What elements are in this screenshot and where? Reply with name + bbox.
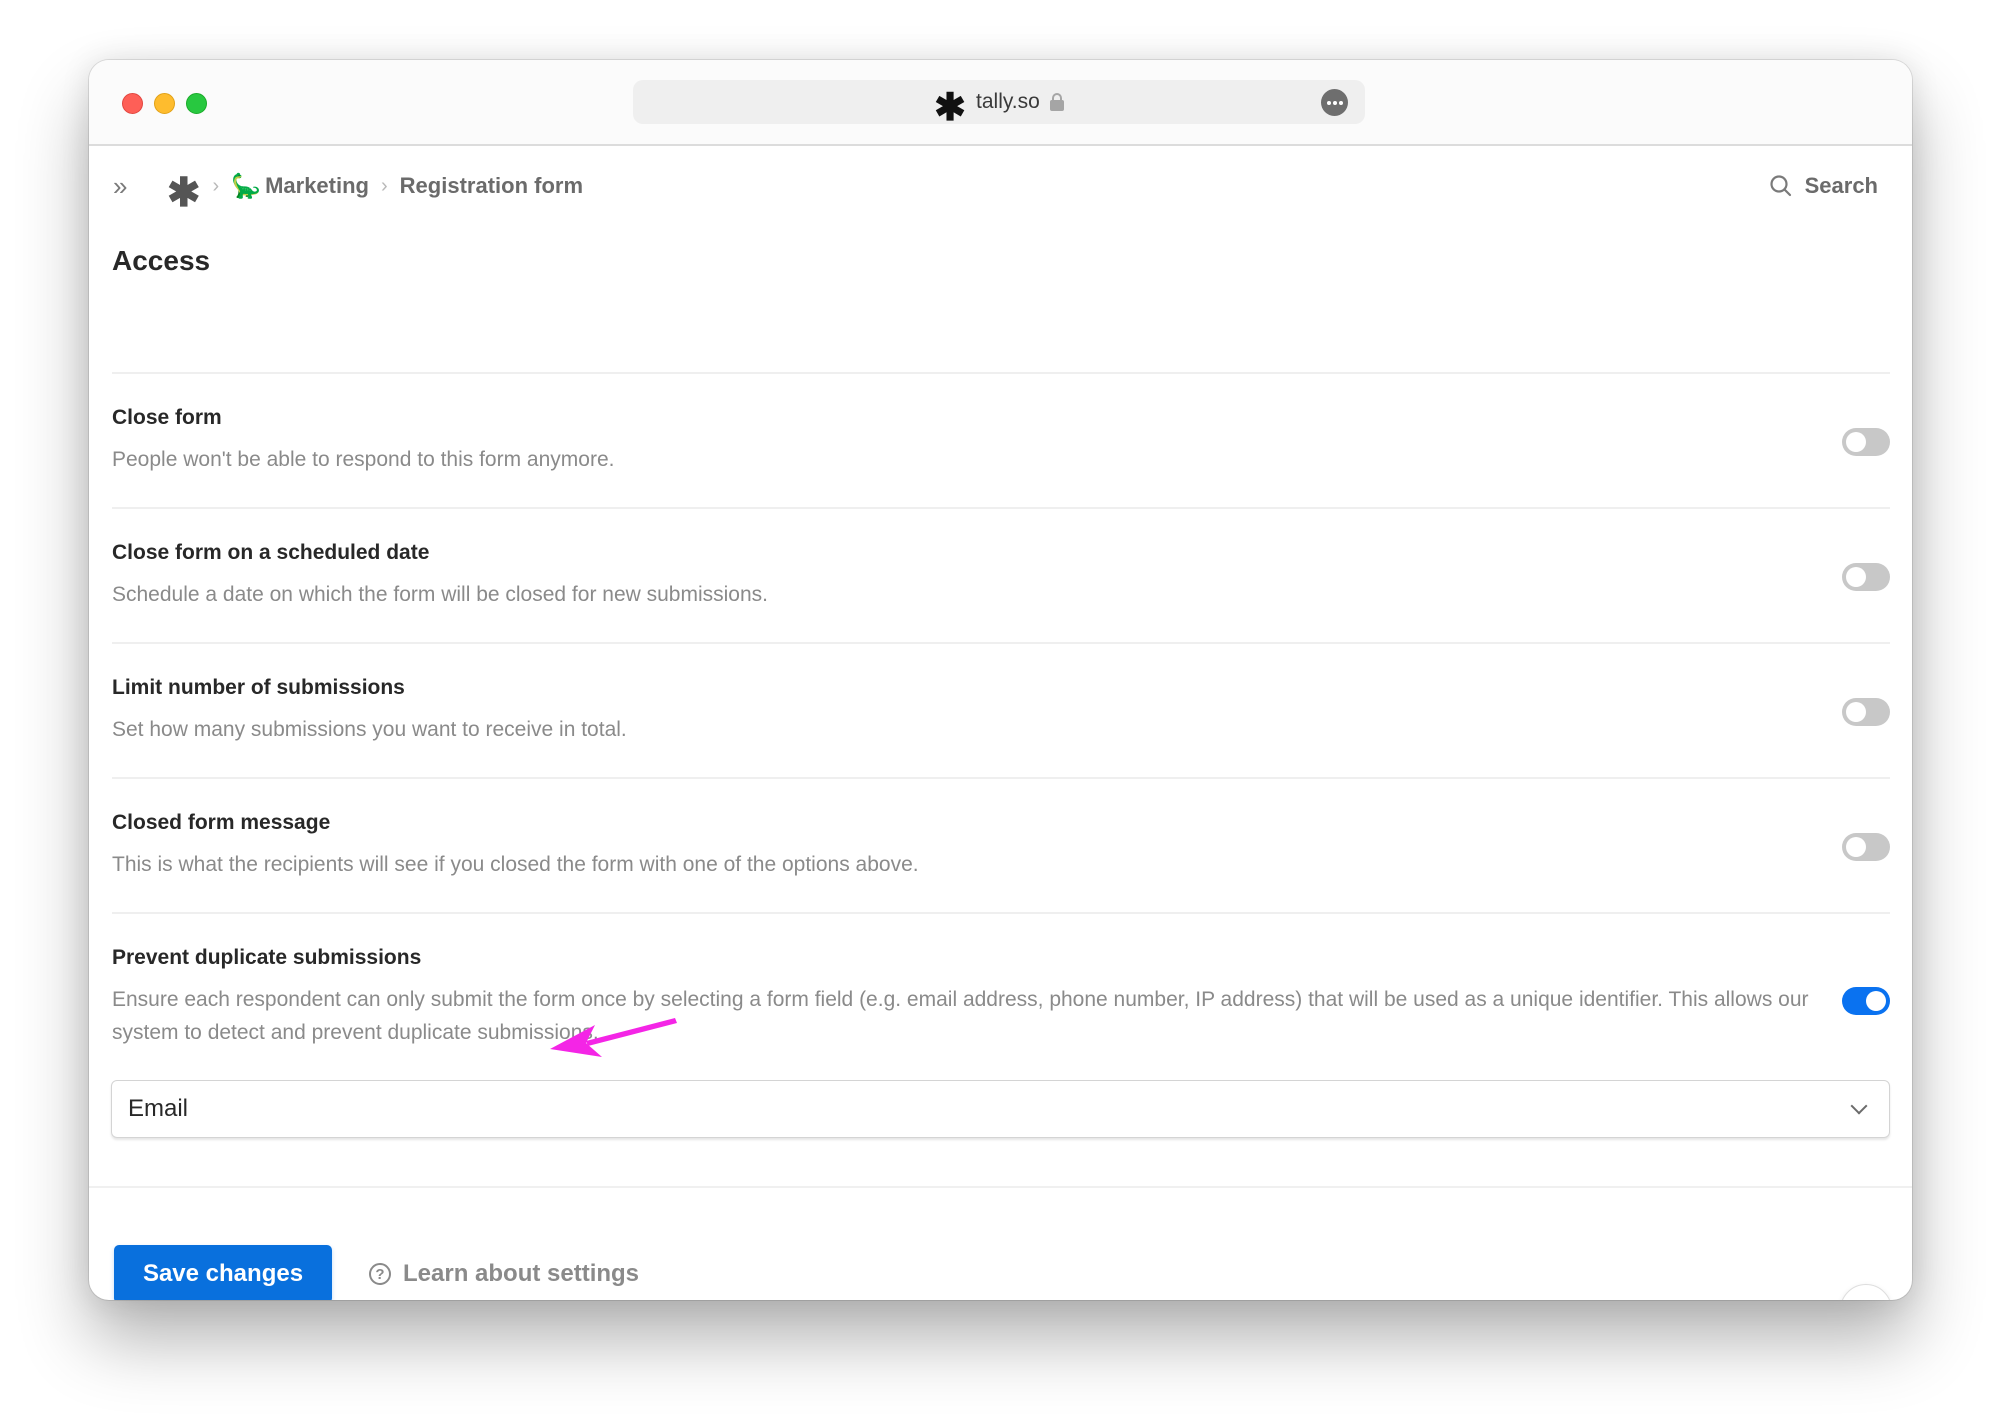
breadcrumb-item-marketing[interactable]: Marketing	[265, 173, 369, 199]
footer-divider	[89, 1186, 1912, 1188]
breadcrumb-item-registration-form[interactable]: Registration form	[400, 173, 583, 199]
divider	[112, 372, 1890, 374]
divider	[112, 912, 1890, 914]
setting-description: Ensure each respondent can only submit t…	[112, 988, 1809, 1044]
setting-title: Close form	[112, 406, 222, 429]
prevent-duplicates-toggle[interactable]	[1842, 987, 1890, 1015]
search-icon	[1770, 175, 1791, 197]
setting-description: Schedule a date on which the form will b…	[112, 583, 769, 606]
more-options-button[interactable]	[1321, 89, 1348, 116]
close-form-toggle[interactable]	[1842, 428, 1890, 456]
chevron-down-icon	[1850, 1097, 1868, 1115]
expand-sidebar-icon[interactable]: »	[113, 171, 143, 202]
workspace-home-logo[interactable]: ✱	[167, 173, 201, 213]
title-bar: ✱ tally.so	[89, 60, 1912, 146]
browser-window: ✱ tally.so » ✱ › 🦕 Marketing › Registrat…	[89, 60, 1912, 1300]
address-bar[interactable]: ✱ tally.so	[633, 80, 1365, 129]
setting-title: Prevent duplicate submissions	[112, 946, 422, 969]
minimize-window-button[interactable]	[154, 93, 175, 114]
closed-form-message-toggle[interactable]	[1842, 833, 1890, 861]
setting-closed-form-message: Closed form message This is what the rec…	[112, 811, 1890, 881]
divider	[112, 777, 1890, 779]
setting-title: Close form on a scheduled date	[112, 541, 430, 564]
chevron-right-icon: ›	[381, 174, 388, 197]
divider	[112, 507, 1890, 509]
search-button[interactable]: Search	[1769, 166, 1878, 206]
help-button[interactable]: ?	[1840, 1284, 1892, 1300]
setting-close-form-scheduled: Close form on a scheduled date Schedule …	[112, 541, 1890, 611]
page-content: » ✱ › 🦕 Marketing › Registration form Se…	[89, 146, 1912, 1300]
url-text: tally.so	[976, 90, 1040, 113]
annotation-arrow-icon	[550, 1018, 677, 1057]
maximize-window-button[interactable]	[186, 93, 207, 114]
search-label: Search	[1804, 173, 1878, 198]
tally-logo-icon: ✱	[934, 87, 967, 129]
help-circle-icon: ?	[369, 1263, 391, 1285]
setting-close-form: Close form People won't be able to respo…	[112, 406, 1890, 476]
duplicate-field-select[interactable]: Email	[111, 1080, 1890, 1138]
page-title: Access	[112, 245, 211, 276]
select-value: Email	[128, 1095, 189, 1122]
limit-submissions-toggle[interactable]	[1842, 698, 1890, 726]
setting-title: Closed form message	[112, 811, 331, 834]
save-changes-button[interactable]: Save changes	[114, 1245, 332, 1300]
close-window-button[interactable]	[122, 93, 143, 114]
lock-icon	[1049, 93, 1064, 111]
learn-label: Learn about settings	[403, 1260, 640, 1287]
setting-description: This is what the recipients will see if …	[112, 853, 919, 876]
setting-limit-submissions: Limit number of submissions Set how many…	[112, 676, 1890, 746]
setting-title: Limit number of submissions	[112, 676, 405, 699]
close-form-scheduled-toggle[interactable]	[1842, 563, 1890, 591]
dinosaur-icon: 🦕	[231, 172, 262, 200]
chevron-right-icon: ›	[212, 174, 220, 197]
divider	[112, 642, 1890, 644]
learn-about-settings-link[interactable]: ? Learn about settings	[369, 1251, 639, 1297]
setting-description: Set how many submissions you want to rec…	[112, 718, 627, 741]
breadcrumb: » ✱ › 🦕 Marketing › Registration form	[113, 166, 583, 214]
setting-prevent-duplicates: Prevent duplicate submissions Ensure eac…	[112, 946, 1890, 1049]
setting-description: People won't be able to respond to this …	[112, 448, 615, 471]
